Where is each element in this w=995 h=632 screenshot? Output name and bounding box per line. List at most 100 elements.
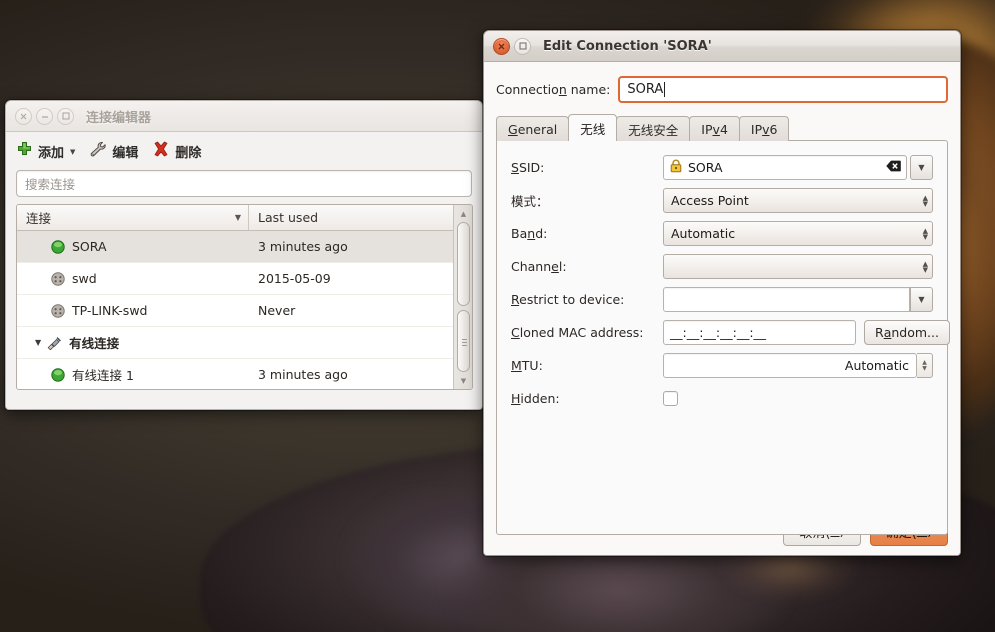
ssid-input[interactable]: SORA (663, 155, 907, 180)
delete-connection-button[interactable]: 删除 (152, 141, 201, 162)
red-x-icon (152, 141, 170, 162)
band-select[interactable]: Automatic ▲ ▼ (663, 221, 933, 246)
mode-select[interactable]: Access Point ▲ ▼ (663, 188, 933, 213)
dialog-tabs: General 无线 无线安全 IP v 4 IP v 6 (496, 114, 948, 141)
band-row: Band: Automatic ▲ ▼ (511, 221, 933, 246)
scroll-down-icon[interactable]: ▼ (457, 374, 470, 387)
edit-connection-button[interactable]: 编辑 (89, 141, 138, 162)
connection-editor-title: 连接编辑器 (86, 110, 152, 126)
delete-connection-label: 删除 (175, 146, 202, 161)
dialog-title: Edit Connection 'SORA' (543, 38, 712, 54)
add-connection-button[interactable]: 添加 ▼ (16, 141, 75, 162)
tab-wireless-security[interactable]: 无线安全 (616, 116, 691, 141)
wired-plug-icon (46, 336, 62, 350)
dialog-body: Connection name: SORA General 无线 无线安全 IP… (484, 62, 960, 555)
cloned-mac-value: __:__:__:__:__:__ (670, 325, 767, 340)
mode-value: Access Point (671, 193, 749, 208)
column-header-last-used[interactable]: Last used (249, 205, 453, 230)
connection-editor-body: 添加 ▼ 编辑 删除 搜索连接 连接 ▼ Last used SORA 3 mi… (6, 132, 482, 409)
mtu-value: Automatic (844, 358, 909, 373)
list-vertical-scrollbar[interactable]: ▲ ▼ (453, 205, 472, 389)
mtu-spinner[interactable]: ▲ ▼ (917, 353, 933, 378)
minimize-icon[interactable] (36, 107, 53, 125)
restrict-device-row: Restrict to device: ▼ (511, 287, 933, 312)
table-row[interactable]: 有线连接 1 3 minutes ago (17, 359, 453, 389)
table-row[interactable]: swd 2015-05-09 (17, 263, 453, 295)
channel-label: Channel: (511, 259, 567, 274)
add-connection-label: 添加 (38, 146, 65, 161)
list-group-row[interactable]: ▼ 有线连接 (17, 327, 453, 359)
maximize-icon[interactable] (57, 107, 74, 125)
channel-select[interactable]: ▲ ▼ (663, 254, 933, 279)
edit-connection-dialog[interactable]: Edit Connection 'SORA' Connection name: … (483, 30, 961, 556)
hidden-checkbox[interactable] (663, 391, 678, 406)
wireless-tab-panel: SSID: SORA ▼ 模式： Access Point ▲ ▼ Band: … (496, 140, 950, 535)
connected-green-icon (51, 239, 65, 254)
restrict-device-label: Restrict to device: (511, 292, 625, 307)
row-last-used: Never (258, 303, 296, 318)
channel-row: Channel: ▲ ▼ (511, 254, 933, 279)
disconnected-gray-icon (51, 303, 65, 318)
chevron-down-icon[interactable]: ▼ (70, 148, 75, 156)
edit-connection-label: 编辑 (112, 146, 139, 161)
group-row-label: 有线连接 (69, 336, 120, 351)
column-header-connection[interactable]: 连接 ▼ (17, 205, 249, 230)
spinner-arrows-icon[interactable]: ▲ ▼ (923, 227, 928, 240)
maximize-icon[interactable] (514, 37, 531, 55)
row-connection-name: TP-LINK-swd (72, 303, 148, 318)
connection-list[interactable]: 连接 ▼ Last used SORA 3 minutes ago swd 20… (16, 204, 473, 390)
search-input[interactable]: 搜索连接 (16, 170, 472, 197)
connection-name-label: Connection name: (496, 82, 611, 97)
band-label: Band: (511, 226, 548, 241)
table-row[interactable]: TP-LINK-swd Never (17, 295, 453, 327)
scrollbar-thumb[interactable] (457, 310, 470, 372)
spinner-arrows-icon[interactable]: ▲ ▼ (923, 194, 928, 207)
ssid-dropdown-button[interactable]: ▼ (910, 155, 933, 180)
connection-editor-window[interactable]: 连接编辑器 添加 ▼ 编辑 删除 搜索连接 连接 ▼ Last used SOR… (5, 100, 483, 410)
tab-wireless[interactable]: 无线 (568, 114, 618, 141)
cloned-mac-row: Cloned MAC address: __:__:__:__:__:__ Ra… (511, 320, 950, 345)
restrict-device-input[interactable] (663, 287, 910, 312)
text-caret (664, 82, 666, 97)
close-icon[interactable] (493, 37, 510, 55)
scrollbar-thumb-upper[interactable] (457, 222, 470, 306)
connection-name-row: Connection name: SORA (496, 76, 948, 103)
dialog-titlebar[interactable]: Edit Connection 'SORA' (484, 31, 960, 62)
ssid-label: SSID: (511, 160, 545, 175)
band-value: Automatic (671, 226, 736, 241)
restrict-device-dropdown-button[interactable]: ▼ (910, 287, 933, 312)
hidden-label: Hidden: (511, 391, 560, 406)
tab-ipv4[interactable]: IP v 4 (689, 116, 740, 141)
row-connection-name: 有线连接 1 (72, 368, 134, 383)
scroll-up-icon[interactable]: ▲ (457, 207, 470, 220)
chevron-down-icon: ▼ (918, 295, 925, 304)
mtu-input[interactable]: Automatic (663, 353, 917, 378)
row-last-used: 3 minutes ago (258, 367, 348, 382)
chevron-down-icon: ▼ (918, 163, 925, 172)
mtu-label: MTU: (511, 358, 543, 373)
ssid-value: SORA (688, 160, 723, 175)
wrench-icon (89, 141, 107, 162)
mode-row: 模式： Access Point ▲ ▼ (511, 188, 933, 213)
tab-general[interactable]: General (496, 116, 570, 141)
disconnected-gray-icon (51, 271, 65, 286)
sort-descending-icon: ▼ (234, 213, 241, 222)
row-last-used: 3 minutes ago (258, 239, 348, 254)
connected-green-icon (51, 367, 65, 382)
spinner-arrows-icon[interactable]: ▲ ▼ (923, 260, 928, 273)
connection-name-value: SORA (627, 82, 664, 97)
row-connection-name: SORA (72, 239, 107, 254)
connection-editor-titlebar[interactable]: 连接编辑器 (6, 101, 482, 132)
connection-editor-toolbar: 添加 ▼ 编辑 删除 (6, 132, 482, 170)
random-mac-button[interactable]: Ra ndom... (864, 320, 950, 345)
search-placeholder: 搜索连接 (25, 177, 76, 192)
tab-ipv6[interactable]: IP v 6 (738, 116, 790, 141)
hidden-row: Hidden: (511, 386, 933, 411)
close-icon[interactable] (15, 107, 32, 125)
expander-triangle-icon[interactable]: ▼ (35, 338, 41, 347)
cloned-mac-input[interactable]: __:__:__:__:__:__ (663, 320, 856, 345)
connection-name-input[interactable]: SORA (618, 76, 948, 103)
table-row[interactable]: SORA 3 minutes ago (17, 231, 453, 263)
connection-list-header: 连接 ▼ Last used (17, 205, 453, 231)
clear-entry-icon[interactable] (886, 160, 901, 175)
